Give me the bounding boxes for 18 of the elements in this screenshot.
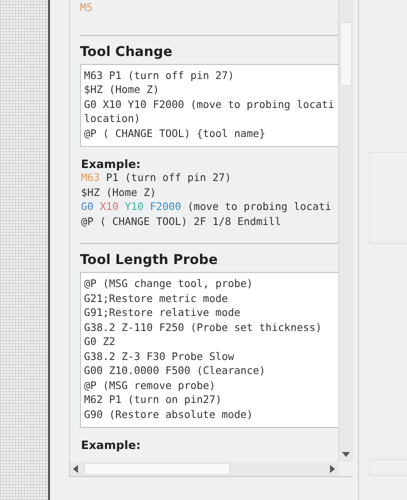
example-line: $HZ (Home Z) — [81, 186, 156, 200]
scroll-left-icon[interactable] — [73, 465, 78, 473]
section-title: Tool Length Probe — [80, 251, 219, 270]
example-line: G0 X10 Y10 F2000 (move to probing locati — [81, 200, 332, 214]
example-line: @P ( CHANGE TOOL) 2F 1/8 Endmill — [81, 214, 282, 229]
section-title: Tool Change — [80, 42, 174, 62]
scroll-right-icon[interactable] — [330, 465, 335, 473]
scrollbar-thumb[interactable] — [340, 22, 352, 86]
horizontal-scrollbar[interactable] — [70, 462, 338, 476]
example-label: Example: — [80, 437, 142, 452]
example-line: M5 — [80, 1, 93, 16]
scroll-down-icon[interactable] — [342, 452, 350, 457]
example-label: Example: — [80, 156, 142, 171]
vertical-scrollbar[interactable] — [338, 0, 353, 462]
scrollbar-thumb[interactable] — [84, 463, 230, 475]
code-text-field[interactable]: M63 P1 (turn off pin 27) $HZ (Home Z) G0 X10 Y10 F2000 (move to probing locati location) @P ( CHANGE TOOL) {tool name} — [80, 64, 338, 147]
code-text-field[interactable]: @P (MSG change tool, probe) G21;Restore metric mode G91;Restore relative mode G38.2 Z-110 F250 (Probe set thickness) G0 Z2 G38.2 Z-3 F30 Probe Slow G00 Z10.0000 F500 (Clearance) @P (MSG remove probe) M62 P1 (turn on pin27) G90 (Restore absolute mode) — [80, 272, 338, 428]
example-line: M63 P1 (turn off pin 27) — [81, 171, 232, 186]
